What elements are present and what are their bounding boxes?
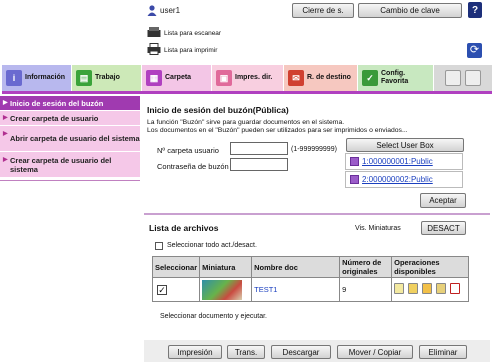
tab-label: Información [25, 74, 66, 81]
scanner-icon [147, 26, 161, 38]
sidebar-item-login[interactable]: ▶ Inicio de sesión del buzón [0, 96, 140, 111]
password-input[interactable] [230, 158, 288, 171]
login-title: Inicio de sesión del buzón(Pública) [147, 105, 289, 115]
document-name-link[interactable]: TEST1 [254, 285, 277, 294]
accept-button[interactable]: Aceptar [420, 193, 466, 208]
download-document-icon[interactable] [422, 283, 433, 294]
sidebar-bottom-rule [0, 180, 140, 181]
tab-label: Carpeta [165, 74, 192, 81]
table-row: ✓ TEST1 9 [151, 277, 469, 302]
selection-hint: Seleccionar documento y ejecutar. [160, 313, 268, 320]
refresh-button[interactable]: ⟳ [467, 43, 482, 58]
select-all-checkbox[interactable] [155, 242, 163, 250]
thumbnail-cell [199, 277, 253, 302]
info-icon: i [6, 70, 22, 86]
tab-underline [2, 91, 492, 94]
row-checkbox[interactable]: ✓ [157, 284, 167, 295]
tab-config-favorita[interactable]: ✓ Config. Favorita [358, 65, 434, 91]
folder-icon: ▦ [146, 70, 162, 86]
file-list-title: Lista de archivos [149, 223, 219, 233]
originals-cell: 9 [339, 277, 393, 302]
column-header: Nombre doc [251, 256, 341, 278]
settings-icon [465, 70, 481, 86]
send-document-icon[interactable] [408, 283, 419, 294]
sidebar-item-label: Crear carpeta de usuario [10, 113, 99, 123]
tab-carpeta[interactable]: ▦ Carpeta [142, 65, 212, 91]
select-user-box-button[interactable]: Select User Box [346, 138, 464, 152]
logout-button[interactable]: Cierre de s. [292, 3, 354, 18]
tab-label: R. de destino [307, 74, 351, 81]
send-button[interactable]: Trans. [227, 345, 265, 359]
section-divider [144, 213, 490, 215]
direct-print-icon: ▣ [216, 70, 232, 86]
help-button[interactable]: ? [468, 2, 482, 18]
sidebar-item-label: Inicio de sesión del buzón [10, 98, 104, 108]
print-document-icon[interactable] [394, 283, 405, 294]
change-password-button[interactable]: Cambio de clave [358, 3, 462, 18]
sidebar-item-open-system-folder[interactable]: ▶ Abrir carpeta de usuario del sistema [0, 126, 140, 152]
help-label: ? [471, 4, 479, 16]
column-header: Seleccionar [151, 256, 201, 278]
print-button[interactable]: Impresión [168, 345, 222, 359]
arrow-icon: ▶ [3, 131, 8, 137]
favorite-icon: ✓ [362, 70, 378, 86]
sidebar-item-label: Crear carpeta de usuario del sistema [10, 155, 112, 174]
document-thumbnail[interactable] [202, 279, 243, 300]
table-header-row: Seleccionar Miniatura Nombre doc Número … [151, 256, 469, 278]
destination-icon: ✉ [288, 70, 304, 86]
select-cell: ✓ [151, 277, 201, 302]
refresh-icon: ⟳ [469, 44, 480, 56]
device-icon [445, 70, 461, 86]
folder-range-hint: (1-999999999) [291, 146, 337, 153]
sidebar-item-create-folder[interactable]: ▶ Crear carpeta de usuario [0, 111, 140, 126]
print-status: Lista para imprimir [164, 47, 218, 54]
scan-status: Lista para escanear [164, 30, 222, 37]
tab-label: Trabajo [95, 74, 120, 81]
user-box-link-label: 1:000000001:Public [362, 157, 433, 166]
user-icon [147, 5, 157, 16]
sidebar-item-label: Abrir carpeta de usuario del sistema [10, 134, 140, 143]
user-box-link-label: 2:000000002:Public [362, 175, 433, 184]
arrow-icon: ▶ [3, 114, 8, 121]
login-description-2: Los documentos en el "Buzón" pueden ser … [147, 127, 408, 134]
delete-document-icon[interactable] [450, 283, 461, 294]
user-name: user1 [160, 6, 181, 15]
tab-destino[interactable]: ✉ R. de destino [284, 65, 358, 91]
select-all-label: Seleccionar todo act./desact. [167, 242, 257, 249]
move-copy-button[interactable]: Mover / Copiar [337, 345, 413, 359]
password-label: Contraseña de buzón [157, 162, 229, 171]
download-button[interactable]: Descargar [271, 345, 331, 359]
arrow-icon: ▶ [3, 99, 8, 106]
delete-button[interactable]: Eliminar [419, 345, 467, 359]
arrow-icon: ▶ [3, 157, 8, 163]
user-box-link-1[interactable]: 1:000000001:Public [345, 153, 463, 170]
job-icon: ▤ [76, 70, 92, 86]
tab-informacion[interactable]: i Información [2, 65, 72, 91]
sidebar-item-create-system-folder[interactable]: ▶ Crear carpeta de usuario del sistema [0, 152, 140, 178]
document-name-cell: TEST1 [251, 277, 341, 302]
folder-number-label: Nº carpeta usuario [157, 146, 219, 155]
move-copy-document-icon[interactable] [436, 283, 447, 294]
printer-icon [147, 43, 161, 55]
column-header: Miniatura [199, 256, 253, 278]
tab-extra[interactable] [434, 65, 492, 91]
column-header: Operaciones disponibles [391, 256, 469, 278]
tab-impres-dir[interactable]: ▣ Impres. dir. [212, 65, 284, 91]
file-table: Seleccionar Miniatura Nombre doc Número … [151, 256, 469, 302]
user-box-icon [350, 175, 359, 184]
tab-label: Impres. dir. [235, 74, 273, 81]
tab-trabajo[interactable]: ▤ Trabajo [72, 65, 142, 91]
login-description-1: La función "Buzón" sirve para guardar do… [147, 119, 345, 126]
user-box-icon [350, 157, 359, 166]
view-toggle-button[interactable]: DESACT [421, 221, 466, 235]
column-header: Número de originales [339, 256, 393, 278]
folder-number-input[interactable] [230, 142, 288, 155]
user-box-link-2[interactable]: 2:000000002:Public [345, 171, 463, 188]
tab-label: Config. Favorita [381, 70, 409, 85]
operations-cell [391, 277, 469, 302]
view-mode-label: Vis. Miniaturas [355, 225, 401, 232]
